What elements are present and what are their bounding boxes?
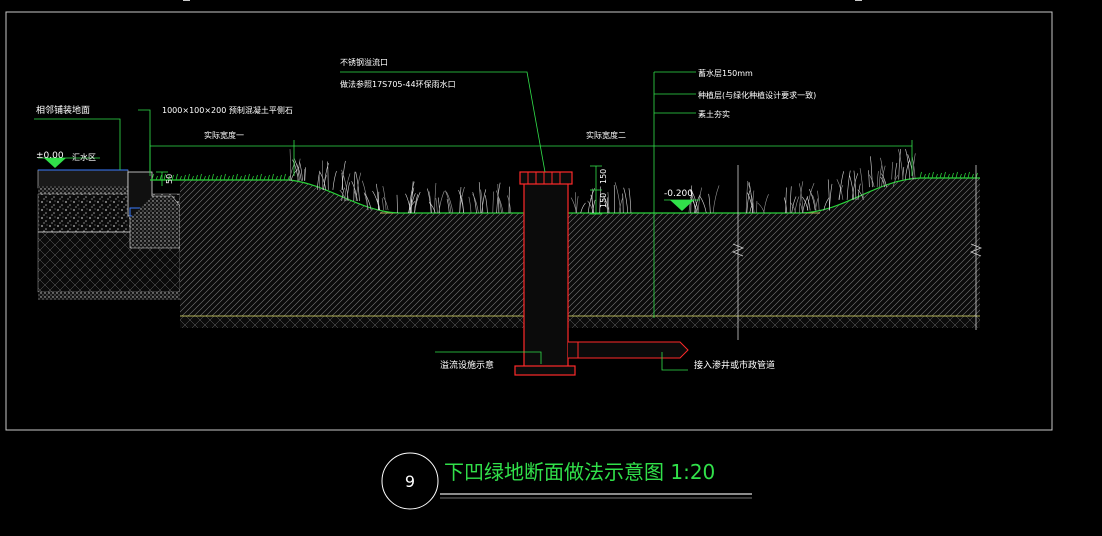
label-width-one: 实际宽度一 <box>204 130 244 140</box>
section-drawing: 相邻铺装地面 1000×100×200 预制混凝土平侧石 ±0.00 汇水区 实… <box>5 0 1053 510</box>
label-overflow-mouth: 不锈钢溢流口 <box>340 57 388 67</box>
drawing-number: 9 <box>405 472 415 491</box>
label-width-two: 实际宽度二 <box>586 130 626 140</box>
width-dimensions <box>149 140 913 176</box>
label-curb-spec: 1000×100×200 预制混凝土平侧石 <box>162 105 293 115</box>
label-overflow-facility: 溢流设施示意 <box>440 359 494 371</box>
label-adjacent-paving: 相邻铺装地面 <box>36 104 90 116</box>
title-block: 9 下凹绿地断面做法示意图 1:20 <box>381 452 752 510</box>
label-dim-c: 50 <box>165 174 174 184</box>
label-layer-storage: 蓄水层150mm <box>698 68 753 78</box>
label-elev-left: ±0.00 <box>36 151 64 161</box>
label-elev-right: -0.200 <box>664 189 693 199</box>
label-dim-b: 150 <box>599 169 608 184</box>
label-layer-planting: 种植层(与绿化种植设计要求一致) <box>698 90 816 100</box>
label-connect-pipe: 接入渗井或市政管道 <box>694 359 775 371</box>
label-overflow-ref: 做法参照17S705-44环保雨水口 <box>340 79 456 89</box>
compacted-base <box>180 316 980 328</box>
label-dim-a: 150 <box>599 193 608 208</box>
label-catchment: 汇水区 <box>72 152 96 162</box>
label-layer-soil: 素土夯实 <box>698 109 730 119</box>
drawing-title: 下凹绿地断面做法示意图 1:20 <box>444 460 715 484</box>
soil-body <box>180 178 980 328</box>
